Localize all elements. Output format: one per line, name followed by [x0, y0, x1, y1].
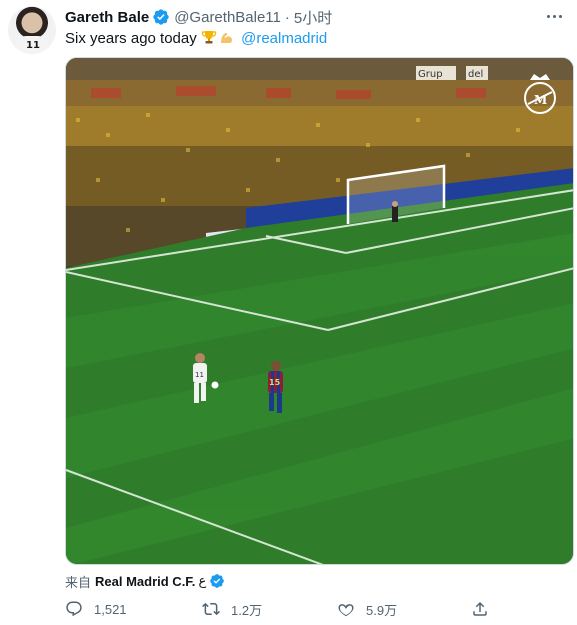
tweet-header: Gareth Bale @GarethBale11 · 5小时 — [65, 7, 332, 27]
tweet-text: Six years ago today @realmadrid — [65, 29, 327, 49]
retweet-count: 1.2万 — [231, 602, 263, 618]
tweet-text-main: Six years ago today — [65, 30, 201, 47]
source-prefix: 来自 — [65, 574, 92, 590]
mention-link[interactable]: @realmadrid — [241, 30, 327, 47]
reply-count: 1,521 — [94, 601, 127, 617]
author-name[interactable]: Gareth Bale — [65, 9, 149, 26]
svg-text:M: M — [534, 93, 547, 107]
board-text-2: del — [468, 69, 483, 80]
tweet-actions: 1,521 1.2万 5.9万 — [65, 598, 535, 620]
trophy-icon — [201, 31, 217, 44]
source-attribution: 来自 Real Madrid C.F. ع — [65, 571, 229, 591]
source-extra: ع — [198, 573, 207, 588]
barca-player-number: 15 — [269, 378, 281, 387]
like-button[interactable]: 5.9万 — [337, 598, 397, 620]
verified-icon — [153, 9, 169, 25]
flexed-biceps-icon — [220, 32, 232, 43]
avatar[interactable]: 11 — [8, 6, 56, 54]
timestamp[interactable]: 5小时 — [294, 7, 332, 28]
share-button[interactable] — [471, 598, 500, 620]
reply-button[interactable]: 1,521 — [65, 598, 127, 620]
video-frame: Grup del 11 15 M — [66, 58, 573, 564]
more-icon[interactable] — [543, 8, 565, 24]
like-icon — [338, 604, 354, 617]
share-icon — [473, 601, 487, 616]
separator-dot: · — [284, 8, 290, 26]
verified-icon — [210, 574, 225, 588]
reply-icon — [66, 601, 82, 617]
board-text: Grup — [418, 69, 443, 80]
tweet[interactable]: 11 Gareth Bale @GarethBale11 · 5小时 Six y… — [0, 0, 577, 625]
avatar-number: 11 — [26, 40, 40, 51]
retweet-icon — [202, 602, 220, 616]
like-count: 5.9万 — [366, 602, 398, 618]
source-name[interactable]: Real Madrid C.F. — [95, 574, 195, 589]
author-handle[interactable]: @GarethBale11 — [174, 9, 281, 26]
video-media[interactable]: Grup del 11 15 M — [65, 57, 574, 565]
white-player-number: 11 — [195, 371, 204, 379]
retweet-button[interactable]: 1.2万 — [202, 598, 262, 620]
